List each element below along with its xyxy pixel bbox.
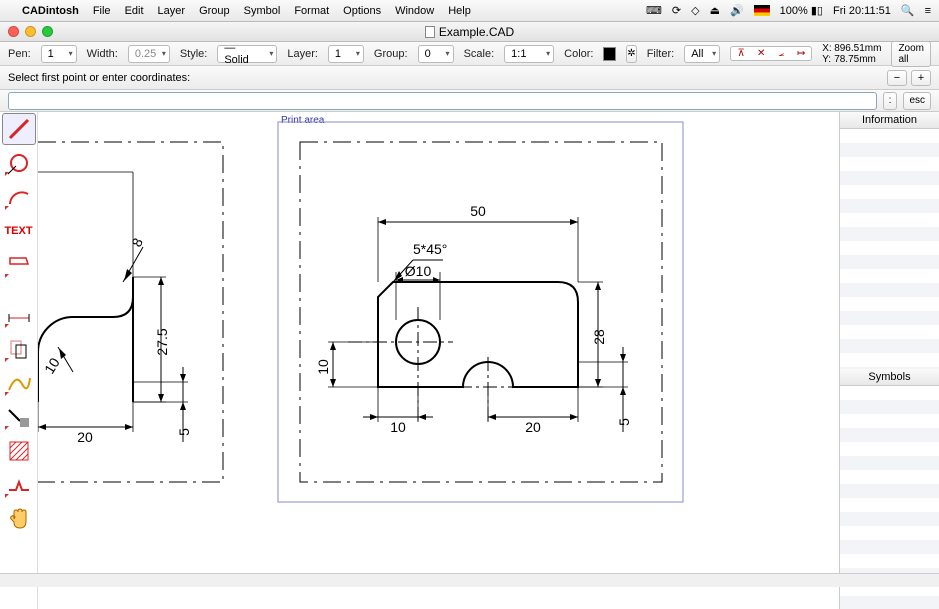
app-menu[interactable]: CADintosh: [22, 5, 79, 17]
text-tool[interactable]: TEXT: [2, 215, 36, 247]
menu-options[interactable]: Options: [343, 5, 381, 17]
dim-50: 50: [470, 203, 486, 219]
window-title: Example.CAD: [439, 25, 514, 39]
color-options-button[interactable]: ✲: [626, 45, 636, 63]
drawing-canvas[interactable]: Print area 50: [38, 112, 839, 609]
snap-buttons: ⊼ ✕ ⦟ ↦: [730, 46, 812, 61]
volume-icon[interactable]: 🔊: [730, 4, 744, 17]
command-input[interactable]: [8, 92, 877, 110]
dim-left-20: 20: [77, 429, 93, 445]
menu-edit[interactable]: Edit: [125, 5, 144, 17]
line-tool[interactable]: [2, 113, 36, 145]
tool-palette: TEXT: [0, 112, 38, 609]
menu-layer[interactable]: Layer: [158, 5, 186, 17]
dim-5x45: 5*45°: [413, 241, 447, 257]
dim-left-5: 5: [176, 428, 192, 436]
colon-button[interactable]: :: [883, 92, 898, 110]
y-value: 78.75mm: [834, 54, 881, 65]
right-sidebar: Information Symbols: [839, 112, 939, 609]
keyboard-icon[interactable]: ⌨︎: [646, 4, 662, 17]
layer-label: Layer:: [287, 48, 318, 60]
style-select[interactable]: — Solid: [217, 45, 277, 63]
filter-label: Filter:: [647, 48, 675, 60]
group-select[interactable]: 0: [418, 45, 454, 63]
snap-perpendicular-button[interactable]: ⦟: [772, 48, 790, 59]
snap-intersection-button[interactable]: ✕: [752, 48, 770, 59]
window-zoom-button[interactable]: [42, 26, 53, 37]
dim-5: 5: [616, 418, 632, 426]
menu-group[interactable]: Group: [199, 5, 230, 17]
hatch-tool[interactable]: [2, 435, 36, 467]
width-select[interactable]: 0.25: [128, 45, 170, 63]
command-prompt-label: Select first point or enter coordinates:: [8, 72, 190, 84]
zoom-all-button[interactable]: Zoom all: [891, 41, 931, 67]
wifi-icon[interactable]: ◇: [691, 4, 699, 17]
group-label: Group:: [374, 48, 408, 60]
dim-left-8: 8: [128, 235, 146, 249]
color-label: Color:: [564, 48, 593, 60]
dim-left-10: 10: [41, 355, 63, 377]
arc-tool[interactable]: [2, 181, 36, 213]
zoom-in-button[interactable]: +: [911, 70, 931, 86]
menu-window[interactable]: Window: [395, 5, 434, 17]
document-proxy-icon[interactable]: [425, 26, 435, 38]
window-titlebar: Example.CAD: [0, 22, 939, 42]
dim-20r: 20: [525, 419, 541, 435]
dim-dia10: Ø10: [405, 263, 432, 279]
x-value: 896.51mm: [834, 43, 881, 54]
coordinate-readout: X:896.51mm Y:78.75mm: [822, 43, 881, 65]
snap-tangent-button[interactable]: ↦: [792, 48, 810, 59]
copy-tool[interactable]: [2, 333, 36, 365]
style-label: Style:: [180, 48, 208, 60]
window-minimize-button[interactable]: [25, 26, 36, 37]
rectangle-tool[interactable]: [2, 249, 36, 281]
snap-endpoint-button[interactable]: ⊼: [732, 48, 750, 59]
information-panel-header[interactable]: Information: [840, 112, 939, 129]
menu-format[interactable]: Format: [294, 5, 329, 17]
scale-select[interactable]: 1:1: [504, 45, 554, 63]
pen-label: Pen:: [8, 48, 31, 60]
information-panel-body: [840, 129, 939, 369]
toolbar-row-2: Select first point or enter coordinates:…: [0, 66, 939, 90]
eject-icon[interactable]: ⏏: [710, 4, 720, 17]
dim-10h: 10: [390, 419, 406, 435]
scale-label: Scale:: [464, 48, 495, 60]
menu-symbol[interactable]: Symbol: [244, 5, 281, 17]
clock[interactable]: Fri 20:11:51: [833, 5, 891, 17]
dimension-tool[interactable]: [2, 299, 36, 331]
toolbar-row-3: : esc: [0, 90, 939, 112]
window-close-button[interactable]: [8, 26, 19, 37]
spline-tool[interactable]: [2, 367, 36, 399]
pan-tool[interactable]: [2, 503, 36, 535]
status-bar: [0, 573, 939, 587]
zoom-out-button[interactable]: −: [887, 70, 907, 86]
battery-status[interactable]: 100% ▮▯: [780, 4, 823, 17]
dim-left-275: 27.5: [154, 328, 170, 355]
dim-28: 28: [591, 329, 607, 345]
symbols-panel-header[interactable]: Symbols: [840, 369, 939, 386]
circle-tool[interactable]: [2, 147, 36, 179]
filter-select[interactable]: All: [684, 45, 720, 63]
drawing-svg: 50 5*45° Ø10 10: [38, 112, 838, 582]
break-tool[interactable]: [2, 469, 36, 501]
y-label: Y:: [822, 54, 834, 65]
layer-select[interactable]: 1: [328, 45, 364, 63]
width-label: Width:: [87, 48, 118, 60]
dim-10v: 10: [315, 359, 331, 375]
color-swatch[interactable]: [603, 47, 616, 61]
menu-help[interactable]: Help: [448, 5, 471, 17]
notification-center-icon[interactable]: ≡: [925, 5, 931, 17]
spotlight-icon[interactable]: 🔍: [901, 4, 915, 17]
trim-tool[interactable]: [2, 401, 36, 433]
menu-file[interactable]: File: [93, 5, 111, 17]
x-label: X:: [822, 43, 834, 54]
input-source-flag-icon[interactable]: [754, 5, 770, 16]
macos-menubar: CADintosh File Edit Layer Group Symbol F…: [0, 0, 939, 22]
toolbar-row-1: Pen: 1 Width: 0.25 Style: — Solid Layer:…: [0, 42, 939, 66]
sync-icon[interactable]: ⟳: [672, 4, 681, 17]
pen-select[interactable]: 1: [41, 45, 77, 63]
esc-button[interactable]: esc: [903, 92, 931, 110]
